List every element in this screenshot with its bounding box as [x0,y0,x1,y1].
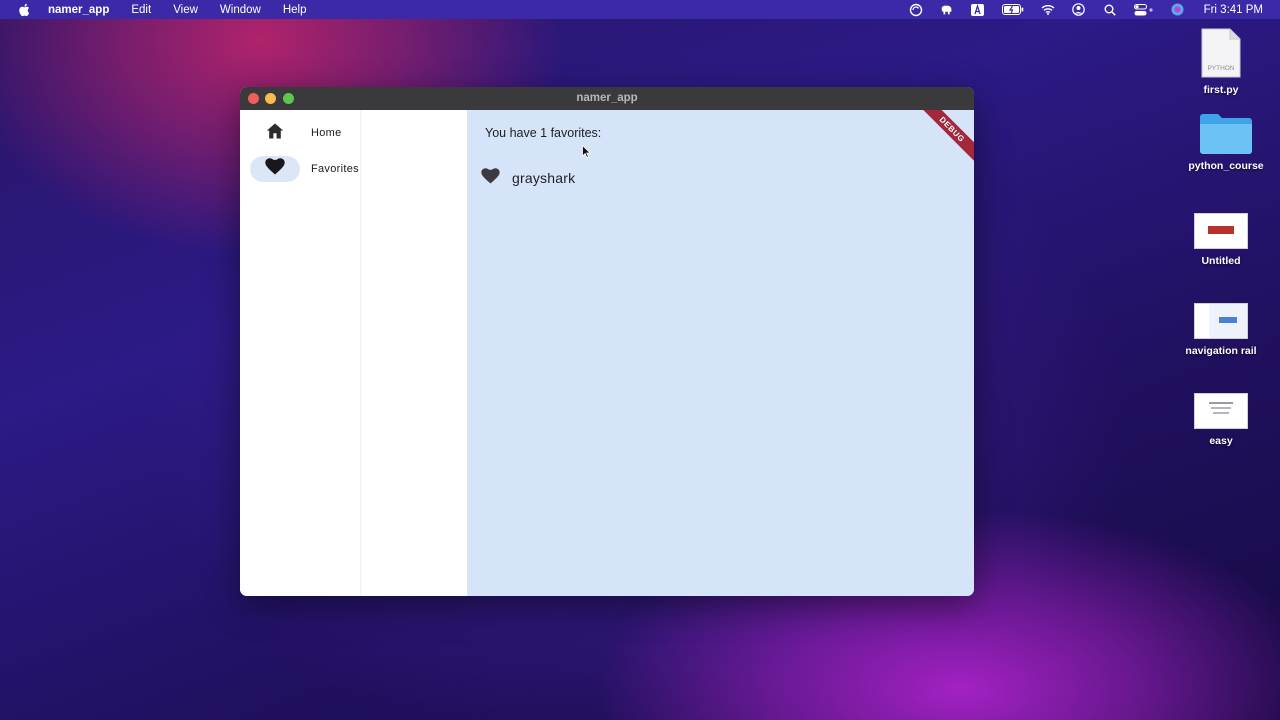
window-titlebar[interactable]: namer_app [240,87,974,111]
desktop-icon-untitled[interactable]: Untitled [1171,213,1271,267]
desktop-icon-navigation-rail[interactable]: navigation rail [1171,303,1271,357]
debug-banner: DEBUG [913,110,974,169]
nav-item-favorites[interactable]: Favorites [250,156,450,182]
nav-indicator-home [250,120,300,146]
desktop-icon-first-py[interactable]: PYTHON first.py [1171,28,1271,96]
wifi-icon[interactable] [1041,4,1055,16]
battery-icon[interactable] [1001,4,1024,16]
menu-app-name[interactable]: namer_app [48,4,109,16]
favorites-count-text: You have 1 favorites: [485,126,602,140]
search-icon[interactable] [1103,4,1117,16]
nav-label-home: Home [311,127,342,139]
nav-indicator-favorites [250,156,300,182]
elephant-icon[interactable] [940,4,954,16]
menu-window[interactable]: Window [220,4,261,16]
user-icon[interactable] [1072,3,1086,16]
desktop-icon-label: navigation rail [1185,345,1257,357]
python-file-icon: PYTHON [1200,28,1242,78]
favorite-name: grayshark [512,170,576,186]
sync-icon[interactable] [909,3,923,16]
favorites-page: You have 1 favorites: grayshark DEBUG [467,110,974,596]
control-center-icon[interactable] [1133,3,1154,16]
folder-icon [1199,112,1253,154]
desktop-icon-easy[interactable]: easy [1171,393,1271,447]
apple-icon[interactable] [17,3,31,17]
desktop-icon-label: Untitled [1201,255,1241,267]
menu-bar: namer_app Edit View Window Help Fri 3:41… [0,0,1280,19]
desktop-icon-label: easy [1209,435,1233,447]
nav-item-home[interactable]: Home [250,120,450,146]
desktop-icon-python-course[interactable]: python_course [1176,112,1276,172]
screenshot-thumbnail-icon [1194,213,1248,249]
rail-divider [360,110,361,596]
screenshot-thumbnail-icon [1194,393,1248,429]
screenshot-thumbnail-icon [1194,303,1248,339]
favorite-list-item[interactable]: grayshark [481,167,575,189]
siri-icon[interactable] [1171,3,1185,16]
window-content: Home Favorites You have 1 favorites: gra… [240,110,974,596]
menu-help[interactable]: Help [283,4,307,16]
nav-label-favorites: Favorites [311,163,359,175]
keyboard-input-icon[interactable] [971,3,985,16]
home-icon [266,123,284,144]
desktop-icon-label: first.py [1203,84,1239,96]
menu-edit[interactable]: Edit [131,4,151,16]
heart-icon [265,158,285,180]
app-window: namer_app Home Favorites You have 1 favo… [240,87,974,596]
navigation-rail: Home Favorites [240,110,467,596]
desktop-icon-label: python_course [1188,160,1264,172]
menu-view[interactable]: View [173,4,198,16]
file-type-badge: PYTHON [1207,65,1235,72]
window-title: namer_app [576,92,638,104]
menu-clock[interactable]: Fri 3:41 PM [1204,4,1263,16]
heart-icon [481,167,500,189]
mouse-cursor-icon [582,144,592,163]
status-area: Fri 3:41 PM [909,0,1280,19]
